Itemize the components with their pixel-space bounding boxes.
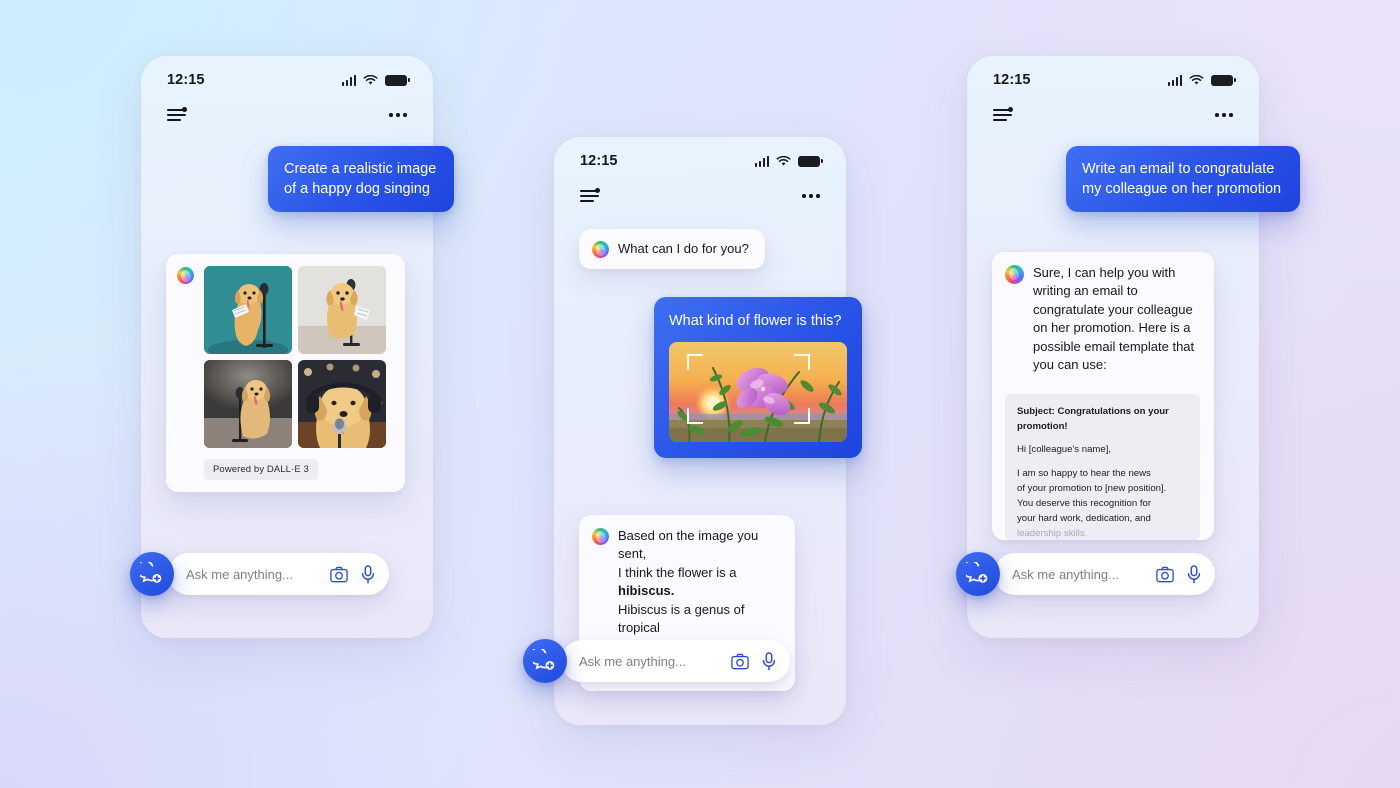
email-body-line-1: I am so happy to hear the news — [1017, 468, 1151, 480]
user-message-text: Create a realistic image of a happy dog … — [284, 161, 437, 197]
composer-bar: Ask me anything... — [956, 552, 1216, 596]
user-message-bubble: Write an email to congratulate my collea… — [1066, 146, 1300, 212]
composer-bar: Ask me anything... — [130, 552, 390, 596]
phone-mockup-email: 12:15 Write an email to congratulate my … — [956, 56, 1300, 638]
new-chat-bubble-icon[interactable] — [130, 552, 174, 596]
composer-bar: Ask me anything... — [523, 639, 803, 683]
generated-image-3[interactable] — [204, 360, 292, 448]
wifi-icon — [1189, 74, 1204, 85]
message-input[interactable]: Ask me anything... — [168, 553, 389, 595]
assistant-answer-text: Sure, I can help you with writing an ema… — [1033, 265, 1195, 373]
user-message-bubble: Create a realistic image of a happy dog … — [268, 146, 454, 212]
copilot-icon — [592, 241, 609, 259]
generated-image-1[interactable] — [204, 266, 292, 354]
battery-icon — [385, 74, 410, 86]
message-input[interactable]: Ask me anything... — [994, 553, 1215, 595]
answer-bold-term: hibiscus. — [618, 583, 675, 599]
copilot-icon — [177, 267, 194, 284]
status-indicators — [754, 155, 823, 167]
wifi-icon — [776, 155, 791, 166]
sliders-menu-icon[interactable] — [580, 188, 600, 203]
camera-icon[interactable] — [1156, 566, 1174, 583]
message-input[interactable]: Ask me anything... — [561, 640, 790, 682]
phone-mockup-flower: 12:15 What can I do for you? What kind o… — [523, 137, 862, 725]
email-template-panel: Subject: Congratulations on your promoti… — [1005, 393, 1200, 540]
sliders-menu-icon[interactable] — [167, 107, 187, 122]
copilot-icon — [1005, 265, 1024, 284]
email-body-line-3: You deserve this recognition for — [1017, 498, 1152, 510]
user-message-text: What kind of flower is this? — [669, 313, 842, 329]
signal-bars-icon — [341, 74, 356, 86]
microphone-icon[interactable] — [1187, 564, 1201, 584]
assistant-greeting-text: What can I do for you? — [618, 241, 749, 256]
nav-row — [967, 104, 1259, 126]
microphone-icon[interactable] — [762, 651, 776, 671]
email-subject: Subject: Congratulations on your promoti… — [1017, 405, 1169, 432]
status-bar: 12:15 — [554, 153, 846, 169]
email-body: I am so happy to hear the news of your p… — [1017, 467, 1188, 539]
dalle-badge: Powered by DALL·E 3 — [204, 459, 318, 480]
email-body-line-5: leadership skills. — [1017, 527, 1088, 539]
answer-line-3: Hibiscus is a genus of tropical — [618, 601, 745, 636]
camera-icon[interactable] — [330, 566, 348, 583]
input-placeholder: Ask me anything... — [579, 653, 686, 669]
status-time: 12:15 — [993, 72, 1031, 88]
input-placeholder: Ask me anything... — [1012, 566, 1119, 582]
user-attached-photo[interactable] — [669, 342, 847, 442]
email-greeting: Hi [colleague's name], — [1017, 444, 1112, 456]
new-chat-bubble-icon[interactable] — [956, 552, 1000, 596]
email-body-line-2: of your promotion to [new position]. — [1017, 483, 1167, 495]
status-time: 12:15 — [580, 153, 618, 169]
status-bar: 12:15 — [967, 72, 1259, 88]
phone-mockup-dalle: 12:15 Create a realistic image of a happ… — [130, 56, 454, 638]
answer-line-2: I think the flower is a — [618, 564, 737, 580]
camera-icon[interactable] — [731, 653, 749, 670]
signal-bars-icon — [1167, 74, 1182, 86]
copilot-icon — [592, 528, 609, 545]
sliders-menu-icon[interactable] — [993, 107, 1013, 122]
status-indicators — [1167, 74, 1236, 86]
answer-line-1: Based on the image you sent, — [618, 528, 759, 562]
user-message-bubble: What kind of flower is this? — [654, 297, 862, 458]
email-body-line-4: your hard work, dedication, and — [1017, 512, 1151, 524]
wifi-icon — [363, 74, 378, 85]
generated-image-4[interactable] — [298, 360, 386, 448]
microphone-icon[interactable] — [361, 564, 375, 584]
assistant-answer-bubble: Sure, I can help you with writing an ema… — [992, 252, 1214, 540]
status-indicators — [341, 74, 410, 86]
input-placeholder: Ask me anything... — [186, 566, 293, 582]
battery-icon — [798, 155, 823, 167]
status-time: 12:15 — [167, 72, 205, 88]
battery-icon — [1211, 74, 1236, 86]
generated-images-card: Powered by DALL·E 3 — [166, 254, 405, 492]
user-message-text: Write an email to congratulate my collea… — [1082, 161, 1282, 197]
more-options-icon[interactable] — [389, 113, 407, 117]
assistant-greeting-bubble: What can I do for you? — [579, 229, 765, 270]
nav-row — [554, 185, 846, 207]
new-chat-bubble-icon[interactable] — [523, 639, 567, 683]
more-options-icon[interactable] — [1215, 113, 1233, 117]
image-grid — [204, 266, 393, 448]
nav-row — [141, 104, 433, 126]
signal-bars-icon — [754, 155, 769, 167]
generated-image-2[interactable] — [298, 266, 386, 354]
status-bar: 12:15 — [141, 72, 433, 88]
more-options-icon[interactable] — [802, 194, 820, 198]
